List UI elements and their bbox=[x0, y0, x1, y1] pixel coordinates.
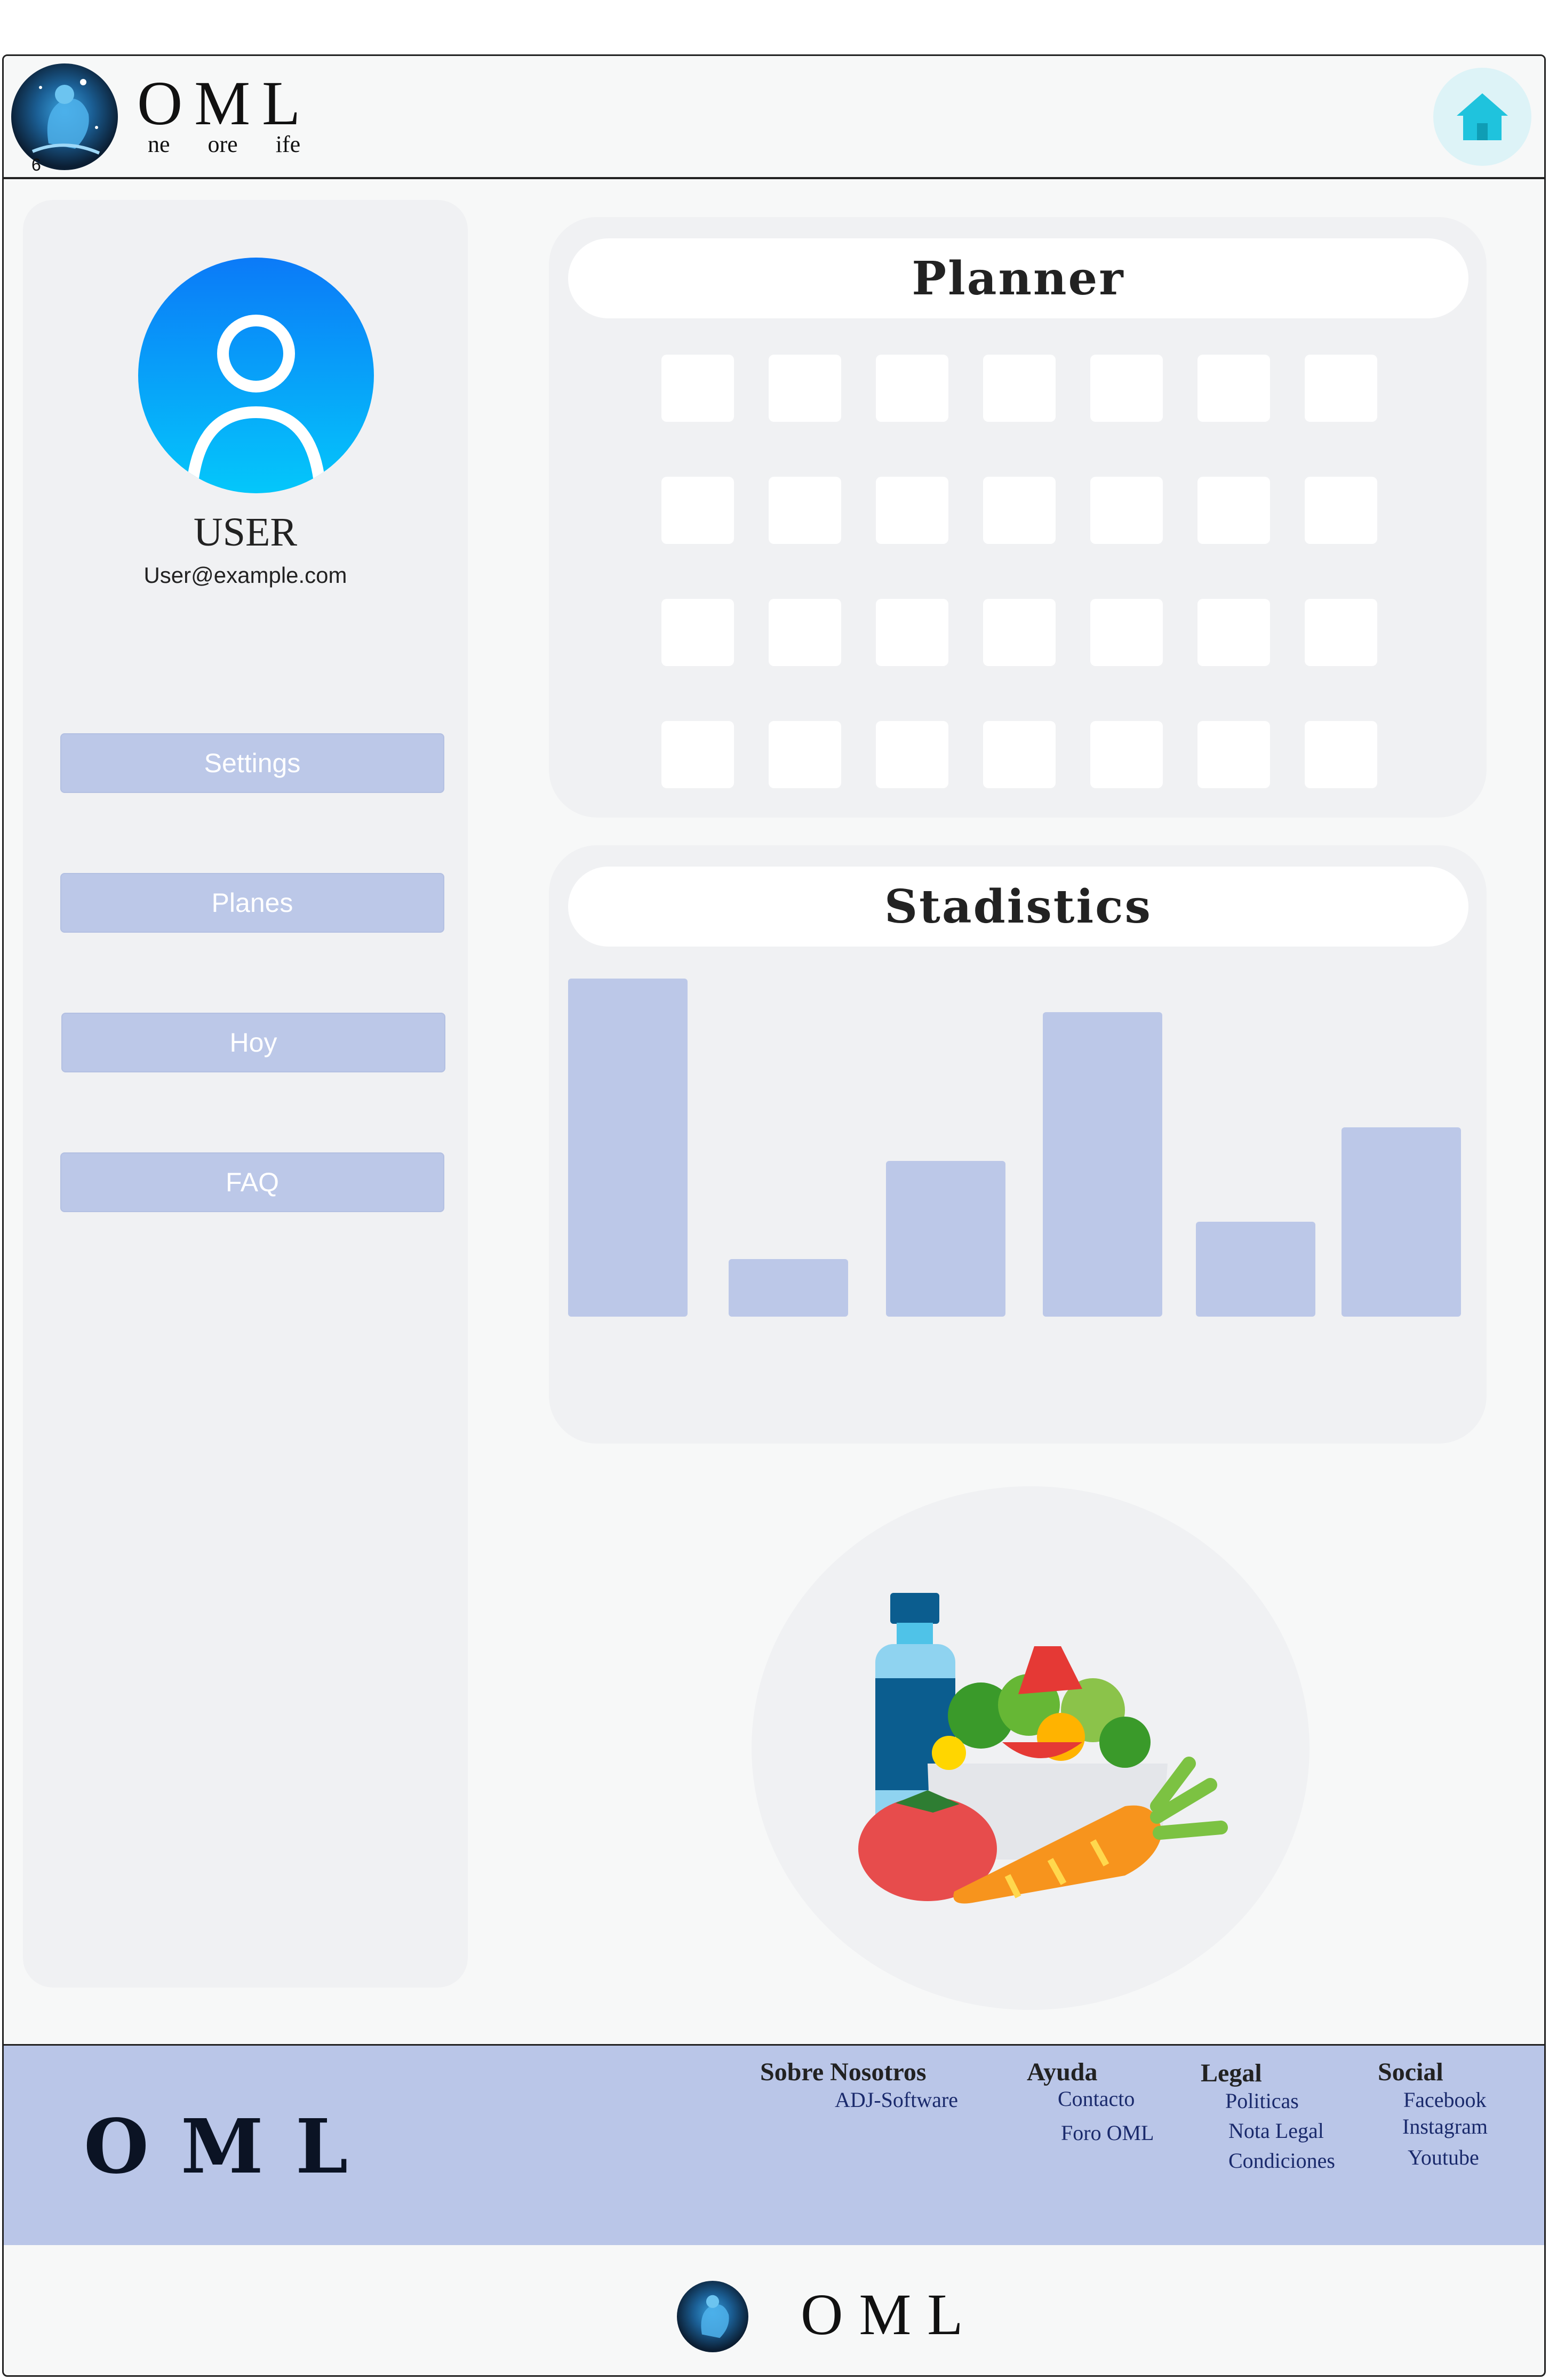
planner-cell[interactable] bbox=[1305, 721, 1377, 788]
planner-cell[interactable] bbox=[661, 355, 734, 422]
planner-cell[interactable] bbox=[1090, 477, 1163, 544]
planner-cell[interactable] bbox=[769, 599, 841, 666]
bottom-logo-icon[interactable] bbox=[677, 2281, 748, 2352]
footer-link-instagram[interactable]: Instagram bbox=[1402, 2114, 1488, 2139]
healthy-food-icon bbox=[858, 1593, 1228, 1904]
planner-cell[interactable] bbox=[1197, 355, 1270, 422]
planner-cell[interactable] bbox=[876, 355, 948, 422]
statistics-panel: Stadistics bbox=[549, 845, 1487, 1444]
user-name: USER bbox=[193, 510, 298, 555]
planes-button[interactable]: Planes bbox=[60, 873, 444, 933]
sidebar: USER User@example.com Settings Planes Ho… bbox=[23, 200, 468, 1988]
home-icon bbox=[1457, 93, 1508, 140]
planner-cell[interactable] bbox=[769, 355, 841, 422]
planner-cell[interactable] bbox=[769, 721, 841, 788]
oml-logo-icon[interactable]: 6 bbox=[11, 63, 118, 174]
user-avatar-icon[interactable] bbox=[138, 258, 374, 493]
planner-cell[interactable] bbox=[661, 599, 734, 666]
statistics-chart bbox=[568, 979, 1484, 1317]
footer-col-sobre-nosotros-title: Sobre Nosotros bbox=[760, 2058, 927, 2086]
user-email: User@example.com bbox=[143, 563, 347, 588]
planner-cell[interactable] bbox=[1305, 599, 1377, 666]
footer-link-politicas[interactable]: Politicas bbox=[1225, 2088, 1299, 2113]
faq-button[interactable]: FAQ bbox=[60, 1152, 444, 1212]
footer-col-ayuda-title: Ayuda bbox=[1027, 2058, 1098, 2086]
planner-cell[interactable] bbox=[661, 477, 734, 544]
footer-link-adj-software[interactable]: ADJ-Software bbox=[835, 2087, 958, 2112]
planner-cell[interactable] bbox=[1090, 355, 1163, 422]
footer-link-contacto[interactable]: Contacto bbox=[1058, 2086, 1135, 2111]
planner-cell[interactable] bbox=[983, 355, 1056, 422]
footer-brand: OML bbox=[84, 2103, 380, 2191]
brand-tagline: ne ore ife bbox=[148, 131, 301, 157]
planner-cell[interactable] bbox=[1305, 355, 1377, 422]
statistics-bar bbox=[886, 1161, 1005, 1317]
footer-link-foro-oml[interactable]: Foro OML bbox=[1061, 2120, 1154, 2145]
planner-cell[interactable] bbox=[876, 477, 948, 544]
statistics-bar bbox=[1043, 1012, 1162, 1317]
planner-cell[interactable] bbox=[876, 721, 948, 788]
planner-cell[interactable] bbox=[769, 477, 841, 544]
planner-cell[interactable] bbox=[1090, 599, 1163, 666]
statistics-bar bbox=[729, 1259, 848, 1317]
planner-cell[interactable] bbox=[1305, 477, 1377, 544]
food-illustration-circle bbox=[752, 1486, 1310, 2010]
header: 6 OML ne ore ife bbox=[4, 56, 1544, 179]
footer-link-condiciones[interactable]: Condiciones bbox=[1228, 2148, 1335, 2173]
hoy-button[interactable]: Hoy bbox=[61, 1013, 445, 1072]
planner-cell[interactable] bbox=[983, 599, 1056, 666]
planner-cell[interactable] bbox=[983, 721, 1056, 788]
home-button[interactable] bbox=[1433, 68, 1531, 166]
footer: OML Sobre Nosotros ADJ-Software Ayuda Co… bbox=[4, 2044, 1544, 2245]
planner-title: Planner bbox=[568, 238, 1468, 318]
footer-col-social-title: Social bbox=[1378, 2058, 1443, 2086]
statistics-bar bbox=[1342, 1127, 1461, 1317]
planner-cell[interactable] bbox=[661, 721, 734, 788]
planner-cell[interactable] bbox=[983, 477, 1056, 544]
statistics-bar bbox=[1196, 1222, 1315, 1317]
planner-panel: Planner bbox=[549, 217, 1487, 818]
bottom-brand: OML bbox=[801, 2282, 979, 2347]
footer-link-youtube[interactable]: Youtube bbox=[1408, 2145, 1479, 2170]
footer-link-facebook[interactable]: Facebook bbox=[1403, 2087, 1487, 2112]
logo-badge: 6 bbox=[31, 155, 41, 174]
footer-col-legal-title: Legal bbox=[1201, 2059, 1262, 2087]
brand-title: OML bbox=[137, 68, 313, 138]
statistics-bar bbox=[568, 979, 688, 1317]
planner-cell[interactable] bbox=[1197, 599, 1270, 666]
planner-cell[interactable] bbox=[1197, 721, 1270, 788]
footer-link-nota-legal[interactable]: Nota Legal bbox=[1228, 2118, 1324, 2143]
page-frame: 6 OML ne ore ife USER User@example.com S… bbox=[2, 54, 1546, 2377]
planner-cell[interactable] bbox=[1090, 721, 1163, 788]
statistics-title: Stadistics bbox=[568, 867, 1468, 947]
planner-cell[interactable] bbox=[876, 599, 948, 666]
settings-button[interactable]: Settings bbox=[60, 733, 444, 793]
planner-cell[interactable] bbox=[1197, 477, 1270, 544]
